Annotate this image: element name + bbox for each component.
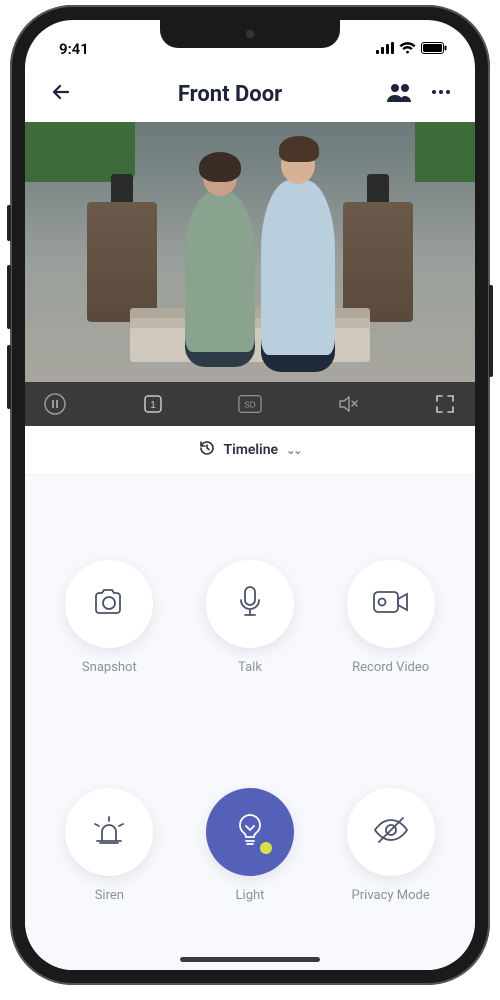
record-video-button[interactable]: Record Video: [320, 503, 461, 732]
scene-decor: [261, 180, 335, 355]
action-label: Talk: [238, 660, 262, 675]
cellular-icon: [376, 40, 394, 58]
eye-off-icon: [373, 816, 409, 848]
scene-decor: [343, 202, 413, 322]
phone-frame: 9:41 Front Door: [10, 5, 490, 985]
battery-icon: [421, 40, 447, 58]
action-label: Light: [236, 888, 265, 903]
status-time: 9:41: [59, 40, 89, 58]
fullscreen-button[interactable]: [433, 392, 457, 416]
talk-button[interactable]: Talk: [180, 503, 321, 732]
action-label: Privacy Mode: [352, 888, 430, 903]
action-label: Snapshot: [82, 660, 137, 675]
camera-icon: [92, 587, 126, 621]
snapshot-button[interactable]: Snapshot: [39, 503, 180, 732]
lightbulb-icon: [236, 813, 264, 851]
screen: 9:41 Front Door: [25, 20, 475, 970]
action-label: Siren: [95, 888, 124, 903]
nav-bar: Front Door: [25, 68, 475, 122]
video-camera-icon: [372, 588, 410, 620]
scene-decor: [111, 174, 133, 204]
wifi-icon: [399, 40, 416, 58]
svg-text:SD: SD: [244, 400, 256, 410]
timeline-label: Timeline: [223, 442, 278, 458]
pause-button[interactable]: [43, 392, 67, 416]
scene-decor: [367, 174, 389, 204]
video-control-bar: 1 SD: [25, 382, 475, 426]
quality-button[interactable]: SD: [238, 392, 262, 416]
volume-down-button: [7, 345, 11, 409]
microphone-icon: [237, 585, 263, 623]
status-indicators: [376, 40, 447, 58]
camera-live-view[interactable]: [25, 122, 475, 382]
home-indicator[interactable]: [180, 957, 320, 962]
more-menu-button[interactable]: [431, 82, 451, 106]
svg-text:1: 1: [150, 400, 156, 411]
share-users-button[interactable]: [387, 82, 413, 106]
scene-decor: [25, 122, 135, 182]
power-button: [489, 285, 493, 377]
scene-decor: [415, 122, 475, 182]
silent-switch: [7, 205, 11, 241]
siren-icon: [91, 814, 127, 850]
history-icon: [199, 440, 215, 460]
timeline-toggle[interactable]: Timeline ⌄⌄: [25, 426, 475, 475]
chevron-down-icon: ⌄⌄: [286, 444, 300, 457]
back-button[interactable]: [49, 80, 73, 108]
scene-decor: [185, 192, 255, 352]
action-label: Record Video: [352, 660, 429, 675]
page-title: Front Door: [178, 82, 282, 107]
channel-select-button[interactable]: 1: [141, 392, 165, 416]
action-grid: Snapshot Talk Record Video: [25, 475, 475, 970]
volume-up-button: [7, 265, 11, 329]
scene-decor: [87, 202, 157, 322]
privacy-mode-button[interactable]: Privacy Mode: [320, 732, 461, 961]
siren-button[interactable]: Siren: [39, 732, 180, 961]
notch: [160, 20, 340, 48]
light-button[interactable]: Light: [180, 732, 321, 961]
mute-button[interactable]: [336, 392, 360, 416]
